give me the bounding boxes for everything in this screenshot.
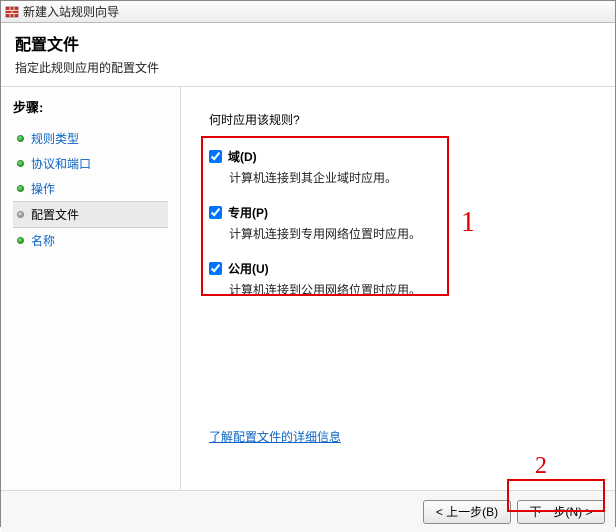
bullet-icon xyxy=(15,210,25,220)
annotation-number-2: 2 xyxy=(535,453,547,480)
content-panel: 何时应用该规则? 域(D) 计算机连接到其企业域时应用。 专用(P) 计算机连接… xyxy=(181,87,615,490)
step-label: 名称 xyxy=(31,232,55,249)
option-domain: 域(D) 计算机连接到其企业域时应用。 xyxy=(209,148,449,186)
back-button[interactable]: < 上一步(B) xyxy=(423,500,511,524)
option-label: 专用(P) xyxy=(228,204,268,221)
bullet-icon xyxy=(15,236,25,246)
option-desc: 计算机连接到其企业域时应用。 xyxy=(229,169,449,186)
step-item-profile[interactable]: 配置文件 xyxy=(13,201,168,228)
learn-more-link[interactable]: 了解配置文件的详细信息 xyxy=(209,428,341,445)
next-button[interactable]: 下一步(N) > xyxy=(517,500,605,524)
wizard-header: 配置文件 指定此规则应用的配置文件 xyxy=(1,23,615,87)
profile-options: 域(D) 计算机连接到其企业域时应用。 专用(P) 计算机连接到专用网络位置时应… xyxy=(209,148,449,298)
back-button-label: < 上一步(B) xyxy=(436,503,498,520)
option-label: 域(D) xyxy=(228,148,257,165)
next-button-label: 下一步(N) > xyxy=(529,503,592,520)
bullet-icon xyxy=(15,134,25,144)
checkbox-private[interactable] xyxy=(209,206,222,219)
option-public: 公用(U) 计算机连接到公用网络位置时应用。 xyxy=(209,260,449,298)
checkbox-domain[interactable] xyxy=(209,150,222,163)
option-private: 专用(P) 计算机连接到专用网络位置时应用。 xyxy=(209,204,449,242)
titlebar: 新建入站规则向导 xyxy=(1,1,615,23)
option-desc: 计算机连接到专用网络位置时应用。 xyxy=(229,225,449,242)
bullet-icon xyxy=(15,184,25,194)
step-label: 协议和端口 xyxy=(31,155,91,172)
wizard-footer: < 上一步(B) 下一步(N) > xyxy=(1,490,615,532)
step-item-protocol-ports[interactable]: 协议和端口 xyxy=(13,151,168,176)
main-area: 步骤: 规则类型 协议和端口 操作 配置文件 名称 何时应用该规则? xyxy=(1,87,615,490)
apply-prompt: 何时应用该规则? xyxy=(209,111,587,128)
step-label: 规则类型 xyxy=(31,130,79,147)
firewall-icon xyxy=(5,5,19,19)
annotation-number-1: 1 xyxy=(461,207,475,239)
page-title: 配置文件 xyxy=(15,31,601,55)
window-title: 新建入站规则向导 xyxy=(23,3,119,20)
step-item-rule-type[interactable]: 规则类型 xyxy=(13,126,168,151)
step-label: 操作 xyxy=(31,180,55,197)
steps-heading: 步骤: xyxy=(13,97,168,116)
step-label: 配置文件 xyxy=(31,206,79,223)
steps-sidebar: 步骤: 规则类型 协议和端口 操作 配置文件 名称 xyxy=(1,87,181,490)
option-label: 公用(U) xyxy=(228,260,269,277)
bullet-icon xyxy=(15,159,25,169)
step-item-name[interactable]: 名称 xyxy=(13,228,168,253)
step-item-action[interactable]: 操作 xyxy=(13,176,168,201)
option-desc: 计算机连接到公用网络位置时应用。 xyxy=(229,281,449,298)
page-subtitle: 指定此规则应用的配置文件 xyxy=(15,59,601,76)
checkbox-public[interactable] xyxy=(209,262,222,275)
